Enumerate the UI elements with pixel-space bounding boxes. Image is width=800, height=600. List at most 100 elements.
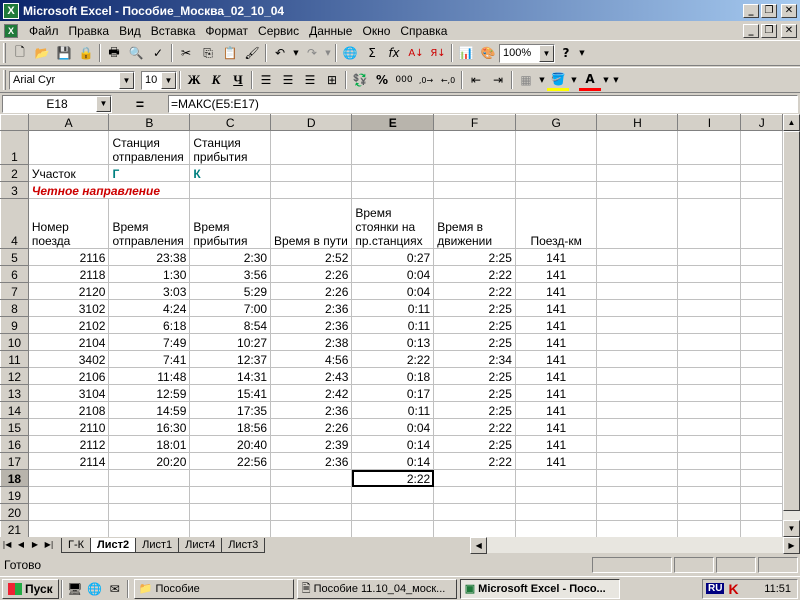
cell-d21[interactable] [270,520,353,537]
sort-ascending-icon[interactable]: A↓ [405,42,427,64]
cell-h17[interactable] [596,452,679,470]
cell-i5[interactable] [677,248,742,266]
print-preview-icon[interactable]: 🔍 [125,42,147,64]
cell-c12[interactable]: 14:31 [189,367,272,385]
row-header[interactable]: 16 [0,435,29,453]
cell-g8[interactable]: 141 [514,299,598,317]
cell-i8[interactable] [677,299,742,317]
cell-b6[interactable]: 1:30 [108,265,191,283]
decrease-decimal-icon[interactable]: ←,0 [437,69,459,91]
save-icon[interactable]: 💾 [53,42,75,64]
cell-j13[interactable] [740,384,783,402]
cell-g11[interactable]: 141 [514,350,598,368]
zoom-select[interactable]: 100% ▼ [499,43,555,63]
cell-e14[interactable]: 0:11 [351,401,435,419]
column-header-g[interactable]: G [514,114,598,131]
menu-file[interactable]: Файл [24,24,64,38]
cell-h19[interactable] [596,486,679,504]
cell-g2[interactable] [514,164,598,182]
cell-f2[interactable] [433,164,516,182]
cell-i18[interactable] [677,469,742,487]
cell-j8[interactable] [740,299,783,317]
cell-a18[interactable] [27,469,110,487]
doc-restore-button[interactable]: ❐ [761,23,777,38]
cell-f18[interactable] [433,469,516,487]
outlook-icon[interactable]: ✉ [105,579,125,599]
workbook-icon[interactable]: X [4,23,18,38]
last-sheet-icon[interactable]: ▶| [42,538,56,552]
cell-b21[interactable] [108,520,191,537]
antivirus-icon[interactable]: K [728,581,738,597]
cell-h11[interactable] [596,350,679,368]
cell-f9[interactable]: 2:25 [433,316,516,334]
increase-indent-icon[interactable]: ⇥ [487,69,509,91]
row-header[interactable]: 12 [0,367,29,385]
font-size-select[interactable]: 10 ▼ [141,70,177,90]
currency-icon[interactable]: 💱 [349,69,371,91]
cell-d3[interactable] [270,181,353,199]
cell-g17[interactable]: 141 [514,452,598,470]
cell-c13[interactable]: 15:41 [189,384,272,402]
cell-a7[interactable]: 2120 [27,282,110,300]
minimize-button[interactable]: _ [743,3,759,18]
cell-g15[interactable]: 141 [514,418,598,436]
cell-g14[interactable]: 141 [514,401,598,419]
font-color-icon[interactable]: A [579,69,601,91]
redo-icon[interactable]: ↷ [301,42,323,64]
cell-j9[interactable] [740,316,783,334]
formula-input[interactable]: =МАКС(E5:E17) [168,95,798,113]
row-header[interactable]: 11 [0,350,29,368]
cell-b20[interactable] [108,503,191,521]
cell-a20[interactable] [27,503,110,521]
cell-h20[interactable] [596,503,679,521]
cell-j11[interactable] [740,350,783,368]
worksheet-grid[interactable]: A B C D E F G H I J 1 Станция отправлени… [0,114,783,537]
cell-i3[interactable] [677,181,742,199]
cell-c1[interactable]: Станция прибытия [189,130,272,165]
cell-g20[interactable] [514,503,598,521]
print-icon[interactable]: 🖶 [103,42,125,64]
cell-f17[interactable]: 2:22 [433,452,516,470]
cell-i12[interactable] [677,367,742,385]
clock[interactable]: 11:51 [764,583,791,595]
undo-icon[interactable]: ↶ [269,42,291,64]
cell-f15[interactable]: 2:22 [433,418,516,436]
cell-h7[interactable] [596,282,679,300]
scroll-up-icon[interactable]: ▲ [783,114,800,131]
cell-j16[interactable] [740,435,783,453]
excel-app-icon[interactable]: X [3,2,19,19]
cell-f20[interactable] [433,503,516,521]
cell-j21[interactable] [740,520,783,537]
cell-f21[interactable] [433,520,516,537]
cell-b4[interactable]: Время отправления [108,198,191,249]
cell-b12[interactable]: 11:48 [108,367,191,385]
cell-h13[interactable] [596,384,679,402]
cell-e9[interactable]: 0:11 [351,316,435,334]
cell-g13[interactable]: 141 [514,384,598,402]
menu-data[interactable]: Данные [304,24,357,38]
row-header[interactable]: 20 [0,503,29,521]
format-painter-icon[interactable]: 🖌 [241,42,263,64]
close-button[interactable]: ✕ [781,3,797,18]
scroll-left-icon[interactable]: ◀ [470,537,488,554]
chevron-down-icon[interactable]: ▼ [96,96,111,112]
cell-j1[interactable] [740,130,783,165]
cell-a5[interactable]: 2116 [27,248,110,266]
cell-c2[interactable]: К [189,164,272,182]
cell-j14[interactable] [740,401,783,419]
cell-a14[interactable]: 2108 [27,401,110,419]
cell-c19[interactable] [189,486,272,504]
cell-f3[interactable] [433,181,516,199]
cell-d10[interactable]: 2:38 [270,333,353,351]
cell-d17[interactable]: 2:36 [270,452,353,470]
cell-e16[interactable]: 0:14 [351,435,435,453]
row-header[interactable]: 9 [0,316,29,334]
cell-g6[interactable]: 141 [514,265,598,283]
cell-g19[interactable] [514,486,598,504]
cell-i13[interactable] [677,384,742,402]
column-header-b[interactable]: B [108,114,191,131]
cell-a15[interactable]: 2110 [27,418,110,436]
cell-i7[interactable] [677,282,742,300]
cell-i14[interactable] [677,401,742,419]
font-name-select[interactable]: Arial Cyr ▼ [9,70,135,90]
